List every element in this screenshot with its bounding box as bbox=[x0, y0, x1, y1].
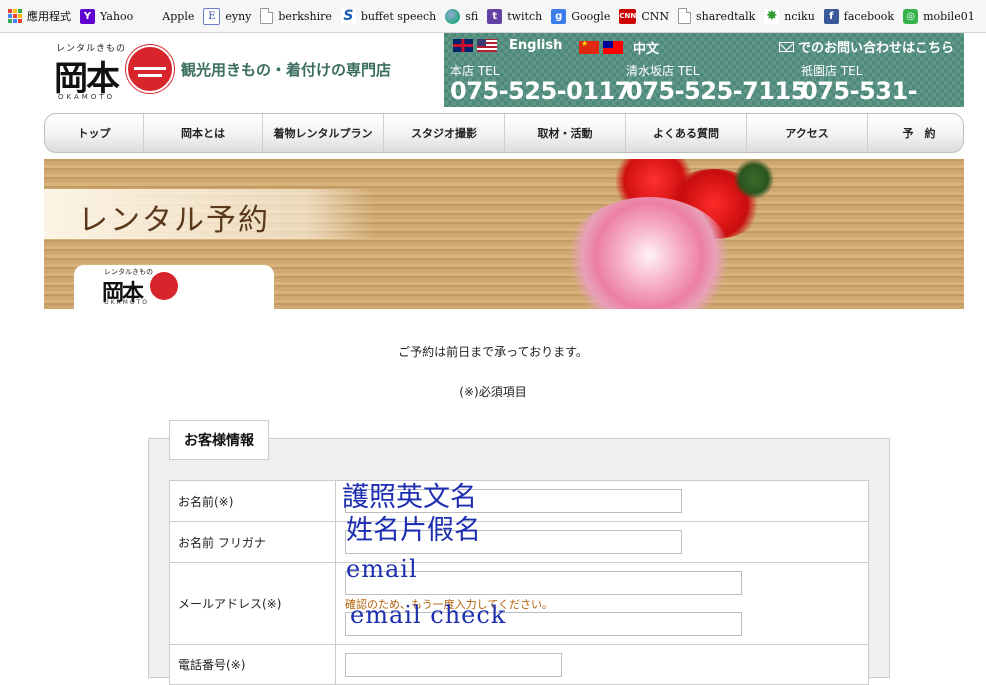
tel-kiyomizuzaka[interactable]: 清水坂店 TEL 075-525-7115 bbox=[626, 62, 807, 105]
bookmark-label: buffet speech bbox=[360, 9, 437, 23]
cn-flag-icon bbox=[579, 39, 599, 54]
bookmark-label: sfi bbox=[465, 9, 479, 23]
flower-leaf bbox=[734, 159, 774, 199]
eyny-icon: E bbox=[203, 7, 221, 25]
name-input-value: 護照英文名 bbox=[342, 482, 477, 513]
bookmark-label: mobile01 bbox=[923, 9, 975, 23]
tel-honten[interactable]: 本店 TEL 075-525-0117 bbox=[450, 62, 631, 105]
nav-media[interactable]: 取材・活動 bbox=[505, 114, 626, 152]
facebook-icon: f bbox=[823, 8, 839, 24]
bookmark-label: Yahoo bbox=[100, 9, 134, 23]
bookmark-berkshire[interactable]: berkshire bbox=[258, 4, 339, 28]
lang-english-label: English bbox=[509, 38, 563, 53]
nciku-icon: ✸ bbox=[764, 8, 780, 24]
tw-flag-icon bbox=[603, 41, 623, 54]
cnn-icon: CNN bbox=[619, 8, 637, 24]
us-flag-icon bbox=[477, 39, 497, 52]
bookmark-label: sharedtalk bbox=[696, 9, 756, 23]
bookmark-apple[interactable]: Apple bbox=[140, 4, 201, 28]
bookmark-eyny[interactable]: E eyny bbox=[201, 4, 258, 28]
banner-logo: レンタルきもの 岡本 OKAMOTO bbox=[74, 265, 274, 309]
sfs-icon: S bbox=[340, 8, 356, 24]
mobile01-icon: ◎ bbox=[903, 8, 919, 24]
nav-top[interactable]: トップ bbox=[45, 114, 144, 152]
email-input-value: email bbox=[346, 555, 418, 583]
page-banner: レンタル予約 レンタルきもの 岡本 OKAMOTO bbox=[44, 159, 964, 309]
tagline: 観光用きもの・着付けの専門店 bbox=[181, 61, 392, 79]
twitch-icon: t bbox=[487, 8, 503, 24]
lang-chinese-link[interactable]: 中文 bbox=[579, 38, 659, 57]
bookmarks-bar: 應用程式 Y Yahoo Apple E eyny berkshire S bu… bbox=[0, 0, 986, 33]
fieldset-legend: お客様情報 bbox=[169, 420, 269, 460]
tel-number: 075-525-7115 bbox=[626, 77, 807, 105]
page-icon bbox=[260, 8, 274, 24]
apps-icon bbox=[8, 9, 22, 23]
lang-chinese-label: 中文 bbox=[633, 42, 660, 57]
nav-access[interactable]: アクセス bbox=[747, 114, 868, 152]
nav-rental-plans[interactable]: 着物レンタルプラン bbox=[263, 114, 384, 152]
bookmark-sharedtalk[interactable]: sharedtalk bbox=[676, 4, 762, 28]
furigana-input-value: 姓名片假名 bbox=[346, 515, 481, 546]
logo-en-text: OKAMOTO bbox=[58, 93, 116, 101]
nav-studio[interactable]: スタジオ撮影 bbox=[384, 114, 505, 152]
tel-number: 075-525-0117 bbox=[450, 77, 631, 105]
bookmark-google[interactable]: g Google bbox=[549, 4, 617, 28]
bookmark-label: twitch bbox=[507, 9, 543, 23]
site-header: レンタルきもの 岡本 OKAMOTO 観光用きもの・着付けの専門店 Englis… bbox=[44, 33, 964, 133]
nav-about[interactable]: 岡本とは bbox=[144, 114, 263, 152]
uk-flag-icon bbox=[453, 39, 473, 52]
bookmark-nciku[interactable]: ✸ nciku bbox=[762, 4, 822, 28]
bookmark-yahoo[interactable]: Y Yahoo bbox=[78, 4, 140, 28]
bookmark-cnn[interactable]: CNN CNN bbox=[617, 4, 676, 28]
bookmark-facebook[interactable]: f facebook bbox=[822, 4, 901, 28]
email-label: メールアドレス(※) bbox=[169, 562, 336, 645]
required-note: (※)必須項目 bbox=[459, 385, 527, 399]
bookmark-label: Google bbox=[571, 9, 611, 23]
furigana-label: お名前 フリガナ bbox=[169, 521, 336, 563]
contact-label: でのお問い合わせはこちら bbox=[797, 41, 954, 56]
bookmark-label: CNN bbox=[641, 9, 670, 23]
lang-english-link[interactable]: English bbox=[453, 38, 562, 53]
page-title: レンタル予約 bbox=[78, 203, 270, 238]
nav-reservation[interactable]: 予 約 bbox=[868, 114, 963, 152]
bookmark-label: nciku bbox=[784, 9, 815, 23]
bookmark-sfi[interactable]: sfi bbox=[443, 4, 485, 28]
bookmark-label: facebook bbox=[843, 9, 895, 23]
phone-input[interactable] bbox=[345, 653, 562, 677]
bookmark-label: Apple bbox=[162, 9, 195, 23]
email-confirm-input-value: email check bbox=[350, 601, 507, 629]
logo-mark-icon bbox=[126, 45, 174, 93]
sfi-icon bbox=[445, 8, 461, 24]
apple-icon bbox=[142, 9, 157, 24]
yahoo-icon: Y bbox=[80, 8, 95, 24]
banner-logo-mark-icon bbox=[150, 272, 178, 300]
page-icon bbox=[678, 8, 692, 24]
bookmark-mobile01[interactable]: ◎ mobile01 bbox=[901, 4, 982, 28]
google-icon: g bbox=[551, 8, 567, 24]
main-nav: トップ 岡本とは 着物レンタルプラン スタジオ撮影 取材・活動 よくある質問 ア… bbox=[44, 113, 964, 153]
nav-faq[interactable]: よくある質問 bbox=[626, 114, 747, 152]
logo-area[interactable]: レンタルきもの 岡本 OKAMOTO 観光用きもの・着付けの専門店 bbox=[44, 33, 444, 107]
bookmark-label: 應用程式 bbox=[27, 10, 71, 23]
phone-label: 電話番号(※) bbox=[169, 644, 336, 685]
banner-logo-en: OKAMOTO bbox=[104, 299, 149, 306]
reservation-notice: ご予約は前日まで承っております。 bbox=[398, 345, 588, 359]
mail-icon bbox=[778, 41, 794, 52]
bookmark-label: berkshire bbox=[278, 9, 332, 23]
contact-link[interactable]: でのお問い合わせはこちら bbox=[778, 37, 954, 56]
name-label: お名前(※) bbox=[169, 480, 336, 522]
bookmark-label: eyny bbox=[225, 9, 252, 23]
bookmark-buffet-speech[interactable]: S buffet speech bbox=[339, 4, 443, 28]
bookmark-apps[interactable]: 應用程式 bbox=[6, 4, 78, 28]
bookmark-twitch[interactable]: t twitch bbox=[485, 4, 549, 28]
